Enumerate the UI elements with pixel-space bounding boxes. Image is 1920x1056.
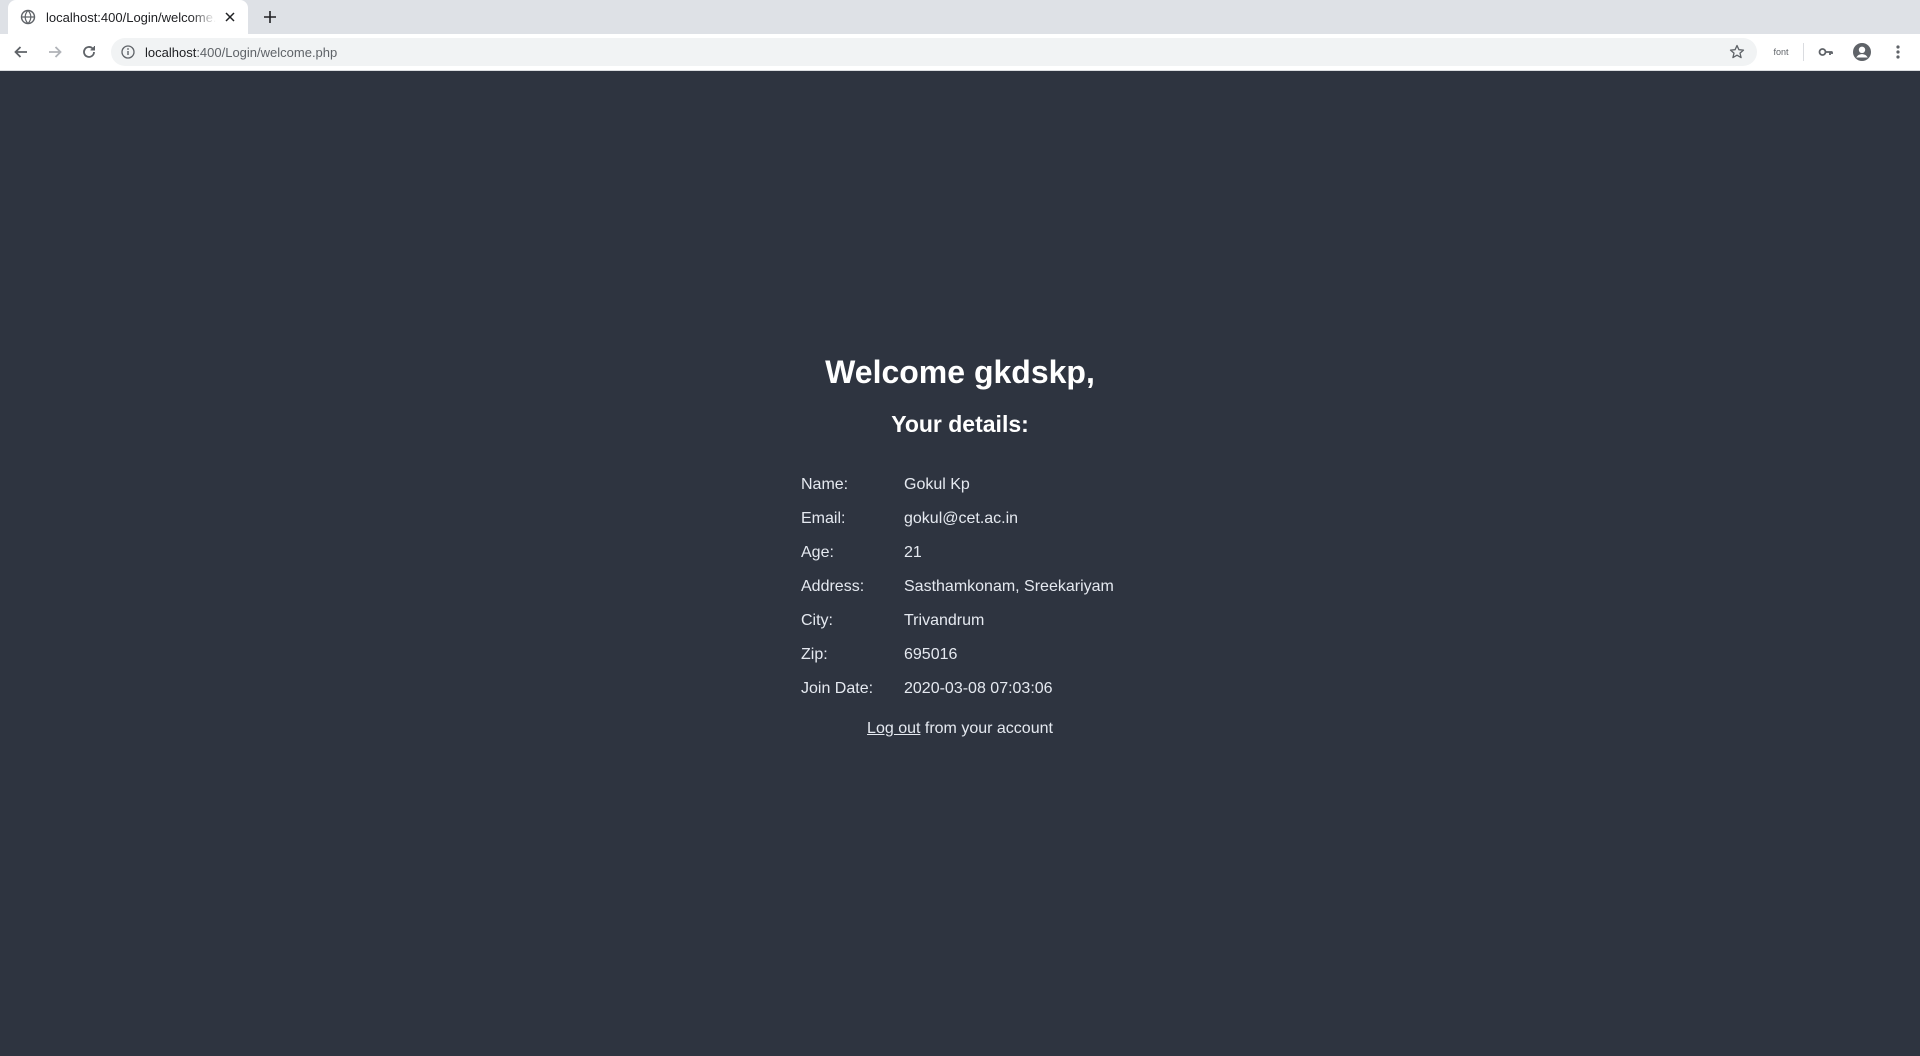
welcome-content: Welcome gkdskp, Your details: Name: Goku… <box>801 354 1119 1056</box>
menu-button[interactable] <box>1882 36 1914 68</box>
detail-value: 21 <box>904 544 922 561</box>
page-viewport: Welcome gkdskp, Your details: Name: Goku… <box>0 71 1920 1056</box>
table-row: Name: Gokul Kp <box>801 468 1119 502</box>
browser-window: localhost:400/Login/welcome.php localhos… <box>0 0 1920 1056</box>
tab-active[interactable]: localhost:400/Login/welcome.php <box>8 0 248 34</box>
url-host: localhost <box>145 44 197 60</box>
tab-title: localhost:400/Login/welcome.php <box>46 9 216 25</box>
table-row: Address: Sasthamkonam, Sreekariyam <box>801 570 1119 604</box>
reload-button[interactable] <box>73 36 105 68</box>
page-title: Welcome gkdskp, <box>825 354 1095 390</box>
detail-value: Gokul Kp <box>904 476 970 493</box>
forward-button[interactable] <box>39 36 71 68</box>
key-icon <box>1818 48 1833 56</box>
detail-label: Address: <box>801 578 865 595</box>
detail-label: Join Date: <box>801 680 874 697</box>
toolbar-divider <box>1803 43 1804 61</box>
logout-suffix: from your account <box>920 720 1053 737</box>
font-extension-button[interactable]: font <box>1765 36 1797 68</box>
account-icon <box>1853 43 1871 61</box>
table-row: Age: 21 <box>801 536 1119 570</box>
detail-value: 2020-03-08 07:03:06 <box>904 680 1053 697</box>
detail-label: Zip: <box>801 646 828 663</box>
star-icon[interactable] <box>1729 43 1747 61</box>
profile-button[interactable] <box>1846 36 1878 68</box>
arrow-right-icon <box>49 46 62 58</box>
table-row: City: Trivandrum <box>801 604 1119 638</box>
detail-label: Email: <box>801 510 846 527</box>
details-table: Name: Gokul Kp Email: gokul@cet.ac.in Ag… <box>801 468 1119 706</box>
detail-value: Sasthamkonam, Sreekariyam <box>904 578 1114 595</box>
tab-strip: localhost:400/Login/welcome.php <box>0 0 1920 34</box>
reload-icon <box>83 46 95 58</box>
table-row: Zip: 695016 <box>801 638 1119 672</box>
url-path: :400/Login/welcome.php <box>196 44 338 60</box>
arrow-left-icon <box>14 46 27 58</box>
close-icon[interactable] <box>222 9 238 25</box>
detail-value: 695016 <box>904 646 958 663</box>
logout-link[interactable]: Log out <box>867 720 920 737</box>
detail-label: City: <box>801 612 833 629</box>
detail-value: Trivandrum <box>904 612 985 629</box>
new-tab-button[interactable] <box>256 3 284 31</box>
details-heading: Your details: <box>891 411 1029 437</box>
table-row: Email: gokul@cet.ac.in <box>801 502 1119 536</box>
detail-label: Name: <box>801 476 849 493</box>
detail-value: gokul@cet.ac.in <box>904 510 1019 527</box>
table-row: Join Date: 2020-03-08 07:03:06 <box>801 672 1119 706</box>
kebab-menu-icon <box>1896 45 1900 59</box>
detail-label: Age: <box>801 544 834 561</box>
font-extension-label: font <box>1773 47 1789 57</box>
info-icon[interactable] <box>121 44 137 60</box>
back-button[interactable] <box>5 36 37 68</box>
logout-line: Log out from your account <box>867 718 1053 740</box>
plus-icon <box>264 11 276 23</box>
browser-toolbar: localhost:400/Login/welcome.php font <box>0 34 1920 71</box>
globe-icon <box>20 9 36 25</box>
address-bar[interactable]: localhost:400/Login/welcome.php <box>111 38 1757 66</box>
password-key-button[interactable] <box>1810 36 1842 68</box>
